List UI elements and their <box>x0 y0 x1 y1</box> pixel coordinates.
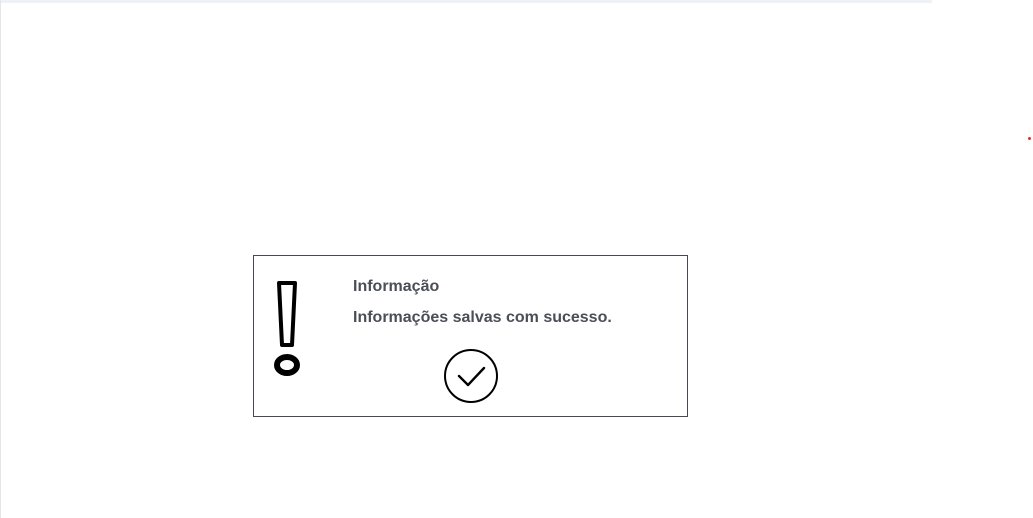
left-border <box>0 0 1 518</box>
top-strip <box>0 0 932 3</box>
info-dialog: Informação Informações salvas com sucess… <box>253 255 688 417</box>
exclamation-icon <box>274 281 300 376</box>
dialog-title: Informação <box>353 278 440 295</box>
page: Informação Informações salvas com sucess… <box>0 0 1033 518</box>
confirm-button[interactable] <box>443 348 499 404</box>
check-circle-icon <box>444 349 498 403</box>
indicator-dot <box>1028 137 1031 140</box>
dialog-message: Informações salvas com sucesso. <box>353 309 612 326</box>
